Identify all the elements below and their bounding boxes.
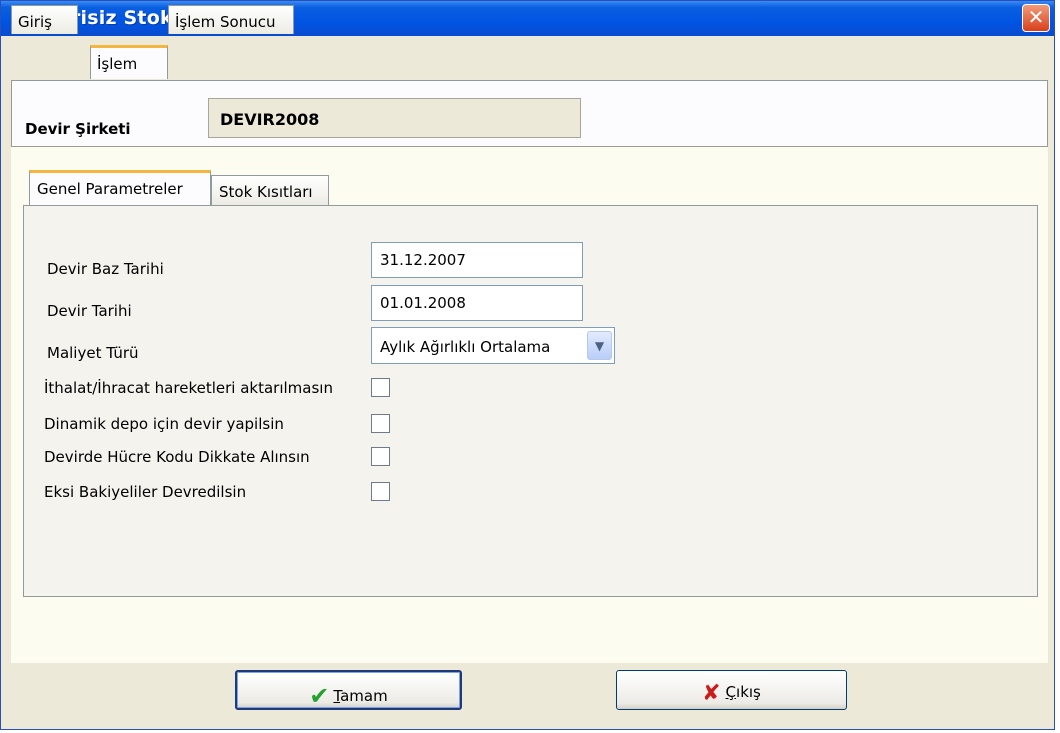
devir-tarihi-label: Devir Tarihi: [47, 302, 132, 320]
checkbox-label-dinamik-depo: Dinamik depo için devir yapilsin: [44, 415, 284, 433]
button-bar: [2, 663, 1053, 729]
tab-islem-sonucu[interactable]: İşlem Sonucu: [168, 5, 294, 34]
tamam-button[interactable]: ✔ Tamam: [235, 670, 462, 710]
checkmark-icon: ✔: [309, 682, 330, 710]
tab-stok-kisitlari[interactable]: Stok Kısıtları: [211, 175, 329, 205]
maliyet-turu-label: Maliyet Türü: [47, 344, 139, 362]
checkbox-dinamik-depo[interactable]: [371, 414, 390, 433]
close-button[interactable]: ✕: [1022, 4, 1050, 32]
cikis-button[interactable]: ✘ Çıkış: [616, 670, 847, 710]
cikis-mnemonic: Ç: [725, 683, 737, 701]
devir-baz-tarihi-input[interactable]: 31.12.2007: [371, 242, 583, 278]
tamam-label-rest: amam: [340, 687, 388, 705]
devir-baz-tarihi-label: Devir Baz Tarihi: [47, 260, 164, 278]
devir-tarihi-input[interactable]: 01.01.2008: [371, 285, 583, 321]
chevron-down-icon[interactable]: ▼: [587, 331, 612, 360]
title-bar[interactable]: Serisiz Stok Devri ✕: [1, 1, 1054, 36]
checkbox-ithalat[interactable]: [371, 378, 390, 397]
checkbox-hucre-kodu[interactable]: [371, 447, 390, 466]
maliyet-turu-value: Aylık Ağırlıklı Ortalama: [380, 338, 551, 356]
company-field: DEVIR2008: [208, 98, 581, 138]
tab-giris[interactable]: Giriş: [11, 5, 78, 34]
maliyet-turu-select[interactable]: Aylık Ağırlıklı Ortalama ▼: [371, 327, 615, 364]
checkbox-label-hucre-kodu: Devirde Hücre Kodu Dikkate Alınsın: [44, 448, 310, 466]
checkbox-label-ithalat: İthalat/İhracat hareketleri aktarılmasın: [44, 379, 333, 397]
checkbox-label-eksi-bakiye: Eksi Bakiyeliler Devredilsin: [44, 483, 247, 501]
tab-islem[interactable]: İşlem: [90, 45, 168, 79]
cikis-label-rest: ıkış: [736, 683, 761, 701]
company-label: Devir Şirketi: [25, 120, 131, 138]
dialog-window: Serisiz Stok Devri ✕ Giriş İşlem İşlem S…: [0, 0, 1055, 730]
separator: [11, 146, 1048, 147]
x-icon: ✘: [702, 681, 721, 706]
tab-genel-parametreler[interactable]: Genel Parametreler: [29, 170, 211, 205]
checkbox-eksi-bakiye[interactable]: [371, 482, 390, 501]
